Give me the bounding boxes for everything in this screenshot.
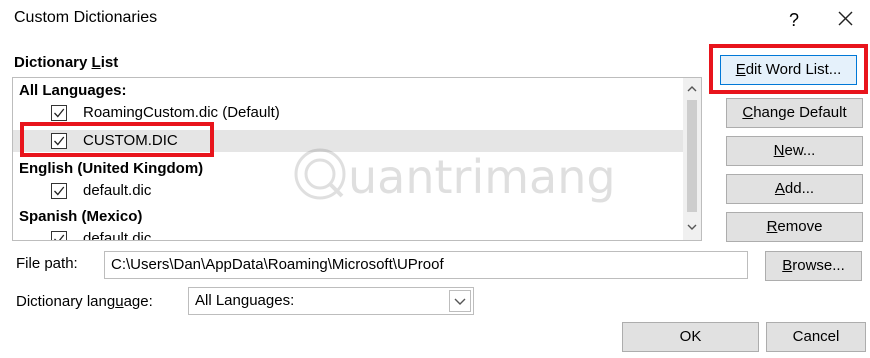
- group-header-spanish-mexico: Spanish (Mexico): [19, 208, 143, 225]
- checkbox[interactable]: [51, 105, 67, 121]
- chevron-down-icon: [454, 298, 466, 305]
- dictionary-language-label: Dictionary language:: [16, 293, 153, 310]
- dictionary-language-select[interactable]: All Languages:: [188, 287, 474, 315]
- scroll-down-button[interactable]: [683, 220, 701, 234]
- chevron-up-icon: [687, 86, 697, 92]
- dialog-title: Custom Dictionaries: [14, 9, 158, 26]
- checkmark-icon: [54, 234, 65, 240]
- checkmark-icon: [54, 108, 65, 118]
- file-path-label: File path:: [16, 255, 78, 272]
- list-item[interactable]: default.dic: [13, 180, 683, 202]
- remove-button[interactable]: Remove: [726, 212, 863, 242]
- close-button[interactable]: [830, 4, 860, 34]
- annotation-highlight-edit-word-list: [709, 44, 868, 94]
- list-item[interactable]: RoamingCustom.dic (Default): [13, 102, 683, 124]
- annotation-highlight-custom-dic: [20, 122, 214, 157]
- dictionary-list-label: Dictionary List: [14, 54, 119, 71]
- dropdown-button[interactable]: [449, 290, 471, 312]
- checkbox[interactable]: [51, 183, 67, 199]
- group-header-english-uk: English (United Kingdom): [19, 160, 204, 177]
- list-item-label: RoamingCustom.dic (Default): [83, 104, 280, 121]
- list-item[interactable]: default.dic: [13, 228, 683, 240]
- file-path-field: C:\Users\Dan\AppData\Roaming\Microsoft\U…: [104, 251, 748, 279]
- add-button[interactable]: Add...: [726, 174, 863, 204]
- title-bar: Custom Dictionaries ?: [0, 0, 870, 40]
- dictionary-language-value: All Languages:: [195, 292, 295, 309]
- close-icon: [838, 11, 853, 26]
- checkmark-icon: [54, 186, 65, 196]
- list-item-label: default.dic: [83, 182, 152, 199]
- chevron-down-icon: [687, 224, 697, 230]
- ok-button[interactable]: OK: [622, 322, 759, 352]
- help-button[interactable]: ?: [780, 6, 808, 34]
- scroll-thumb[interactable]: [687, 100, 697, 212]
- dictionary-listbox[interactable]: All Languages: RoamingCustom.dic (Defaul…: [12, 77, 702, 241]
- checkbox[interactable]: [51, 231, 67, 240]
- browse-button[interactable]: Browse...: [765, 251, 862, 281]
- new-button[interactable]: New...: [726, 136, 863, 166]
- change-default-button[interactable]: Change Default: [726, 98, 863, 128]
- scroll-up-button[interactable]: [683, 82, 701, 96]
- vertical-scrollbar[interactable]: [683, 78, 701, 240]
- list-item-label: default.dic: [83, 230, 152, 240]
- cancel-button[interactable]: Cancel: [766, 322, 866, 352]
- group-header-all-languages: All Languages:: [19, 82, 127, 99]
